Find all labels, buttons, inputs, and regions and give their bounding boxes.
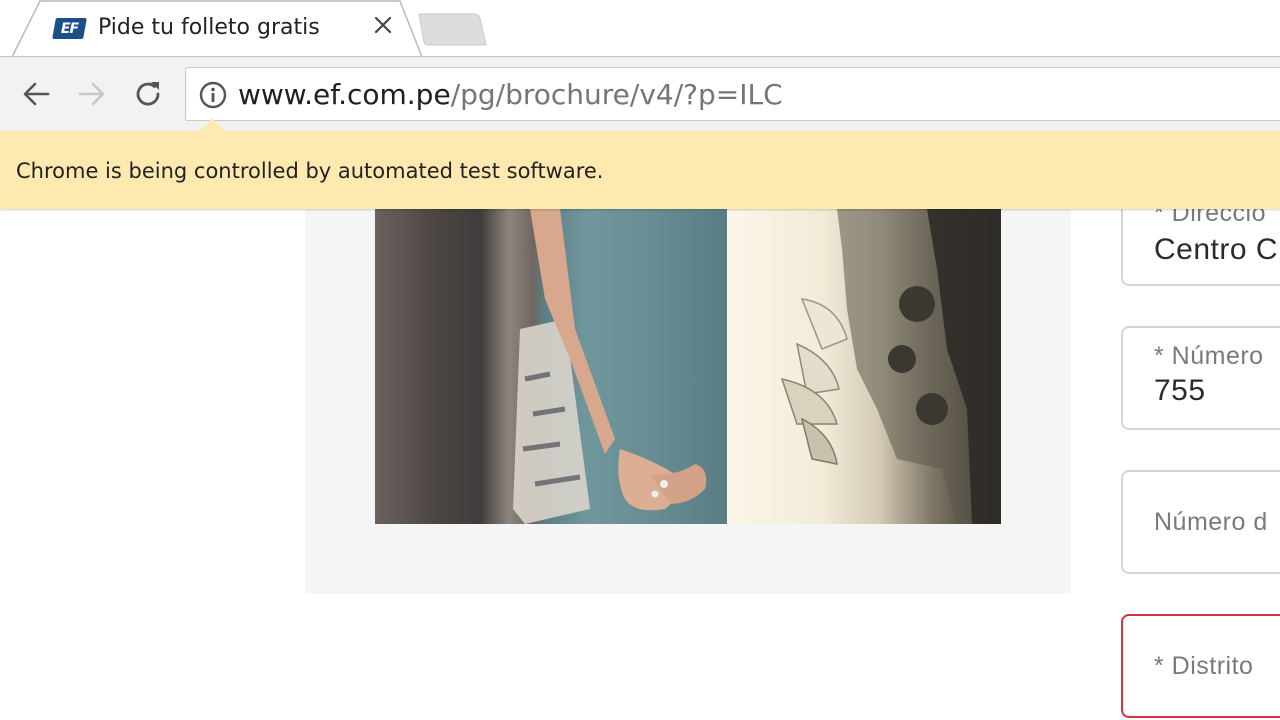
apartment-number-field-label: Número d	[1154, 508, 1268, 536]
district-field-label: * Distrito	[1154, 652, 1254, 680]
infobar-message: Chrome is being controlled by automated …	[16, 159, 604, 183]
photo-opera-house	[727, 209, 1001, 524]
address-field-label: * Direccio	[1154, 209, 1266, 227]
favicon-text: EF	[60, 20, 79, 37]
street-number-field-value[interactable]: 755	[1154, 374, 1206, 408]
info-icon[interactable]	[198, 80, 228, 110]
apartment-number-field[interactable]: Número d	[1121, 470, 1280, 574]
hero-photo	[375, 209, 1001, 524]
browser-toolbar: www.ef.com.pe/pg/brochure/v4/?p=ILC	[0, 57, 1280, 131]
url-host: www.ef.com.pe	[238, 78, 451, 111]
url-text[interactable]: www.ef.com.pe/pg/brochure/v4/?p=ILC	[238, 78, 783, 111]
address-bar[interactable]: www.ef.com.pe/pg/brochure/v4/?p=ILC	[185, 67, 1280, 121]
reload-button[interactable]	[129, 75, 167, 113]
active-tab[interactable]: EF Pide tu folleto gratis	[10, 0, 424, 58]
street-number-field[interactable]: * Número 755	[1121, 326, 1280, 430]
new-tab-icon	[418, 13, 487, 46]
forward-arrow-icon	[78, 82, 105, 106]
street-number-field-label: * Número	[1154, 342, 1264, 370]
back-arrow-icon	[23, 82, 50, 106]
address-field-value[interactable]: Centro C	[1154, 233, 1278, 267]
reload-icon	[136, 82, 160, 106]
district-field[interactable]: * Distrito	[1121, 614, 1280, 718]
tab-strip: EF Pide tu folleto gratis	[0, 0, 1280, 58]
address-field[interactable]: * Direccio Centro C	[1121, 209, 1280, 286]
photo-person	[375, 209, 727, 524]
new-tab-button[interactable]	[416, 12, 488, 52]
tab-close-button[interactable]	[374, 16, 400, 42]
forward-button[interactable]	[73, 75, 111, 113]
photo-opera-detail	[780, 209, 1001, 524]
photo-person-detail	[513, 209, 707, 524]
close-icon	[374, 16, 392, 34]
infobar-pointer	[199, 118, 225, 132]
automation-infobar: Chrome is being controlled by automated …	[0, 118, 1280, 209]
url-path: /pg/brochure/v4/?p=ILC	[450, 78, 783, 111]
tab-title: Pide tu folleto gratis	[98, 15, 320, 40]
ef-favicon-icon: EF	[52, 18, 87, 39]
page-content: * Direccio Centro C * Número 755 Número …	[0, 209, 1280, 720]
back-button[interactable]	[17, 75, 55, 113]
